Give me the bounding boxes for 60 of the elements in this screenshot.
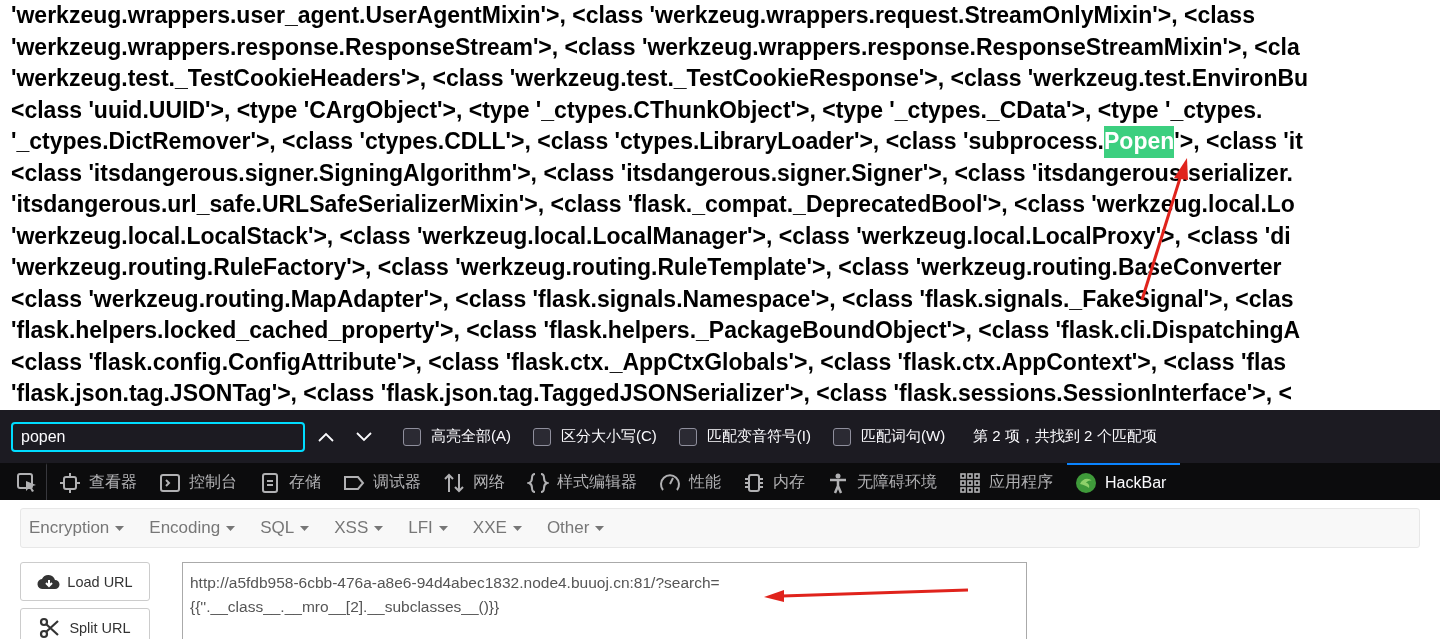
checkbox[interactable] [403,427,421,446]
devtools-tab[interactable]: 存储 [251,463,335,500]
dropdown-menu[interactable]: SQL [260,518,325,538]
code-text: <class 'werkzeug.routing.MapAdapter'>, <class 'flask.signals.Namespace'>, <class 'flask.signals._FakeSignal'>, <clas [11,284,1294,314]
caret-icon [226,525,236,531]
code-text: 'werkzeug.wrappers.response.ResponseStream'>, <class 'werkzeug.wrappers.response.ResponseStreamMixin'>, <cla [11,32,1300,62]
checkbox-label[interactable]: 高亮全部(A) [431,427,511,446]
devtools-tab[interactable]: 查看器 [51,463,151,500]
caret-icon [595,525,605,531]
dropdown-menu[interactable]: Encoding [149,518,251,538]
caret-icon [300,525,310,531]
code-text: 'werkzeug.test._TestCookieHeaders'>, <class 'werkzeug.test._TestCookieResponse'>, <class 'werkzeug.test.EnvironBu [11,64,1309,93]
chevron-up-icon [317,430,335,443]
dropdown-menu[interactable]: LFI [408,518,463,538]
devtools-tab[interactable]: 样式编辑器 [519,463,651,500]
caret-icon [374,525,384,531]
code-text: '_ctypes.DictRemover'>, <class 'ctypes.CDLL'>, <class 'ctypes.LibraryLoader'>, <class 'subprocess. [11,127,1104,156]
devtools-tab[interactable]: 应用程序 [951,463,1067,500]
devtools-tab[interactable]: 控制台 [151,463,251,500]
find-field[interactable]: popen [11,421,305,452]
person-icon [827,471,849,494]
element-picker-icon [16,471,38,494]
chevron-down-icon [355,430,373,443]
code-text: '>, <class 'it [1174,127,1303,156]
dropdown-menu[interactable]: Other [546,518,620,538]
load-url-button[interactable]: Load URL [20,562,150,601]
checkbox[interactable] [533,427,551,446]
storage-icon [259,471,281,494]
checkbox[interactable] [678,427,697,446]
chip-icon [743,471,765,494]
code-text: <class 'flask.config.ConfigAttribute'>, <class 'flask.ctx._AppCtxGlobals'>, <class 'flask.ctx.AppContext'>, <class 'flas [11,347,1286,377]
dropdown-menu[interactable]: Encryption [29,518,140,538]
dropdown-menu[interactable]: XSS [334,518,399,538]
match-count: 第 2 项，共找到 2 个匹配项 [973,427,1157,446]
devtools-tab[interactable]: 网络 [435,463,519,500]
code-text: 'werkzeug.wrappers.user_agent.UserAgentMixin'>, <class 'werkzeug.wrappers.request.StreamOnlyMixin'>, <class [11,1,1255,30]
code-text: <class 'uuid.UUID'>, <type 'CArgObject'>, <type '_ctypes.CThunkObject'>, <type '_ctypes._CData'>, <type '_ctypes. [11,95,1263,125]
search-match: Popen [1104,126,1175,158]
caret-icon [115,525,125,531]
hackbar-logo-icon [1075,471,1097,494]
devtools-tab[interactable]: 性能 [651,463,735,500]
inspector-icon [59,471,81,494]
code-text: 'flask.json.tag.JSONTag'>, <class 'flask.json.tag.TaggedJSONSerializer'>, <class 'flask.sessions.SessionInterface'>, < [11,379,1292,408]
checkbox-label[interactable]: 匹配词句(W) [861,427,946,446]
dropdown-menu[interactable]: XXE [472,518,537,538]
split-url-button[interactable]: Split URL [20,608,150,639]
checkbox-label[interactable]: 区分大小写(C) [561,427,657,446]
devtools-tab[interactable]: 无障碍环境 [819,463,951,500]
devtools-tab[interactable]: 内存 [735,463,819,500]
network-arrows-icon [443,471,465,494]
braces-icon [527,471,549,494]
caret-icon [438,525,448,531]
checkbox-label[interactable]: 匹配变音符号(I) [706,427,811,446]
checkbox[interactable] [833,427,851,446]
caret-icon [512,525,522,531]
url-field[interactable]: http://a5fdb958-6cbb-476a-a8e6-94d4abec1832.node4.buuoj.cn:81/?search= {{''.__class__.__mro__[2].__subclasses__()}} [182,562,1027,639]
code-text: 'flask.helpers.locked_cached_property'>, <class 'flask.helpers._PackageBoundObject'>, <class 'flask.cli.DispatchingA [11,316,1301,345]
devtools-tab[interactable]: 调试器 [335,463,435,500]
console-icon [159,471,181,494]
grid-icon [959,471,981,494]
